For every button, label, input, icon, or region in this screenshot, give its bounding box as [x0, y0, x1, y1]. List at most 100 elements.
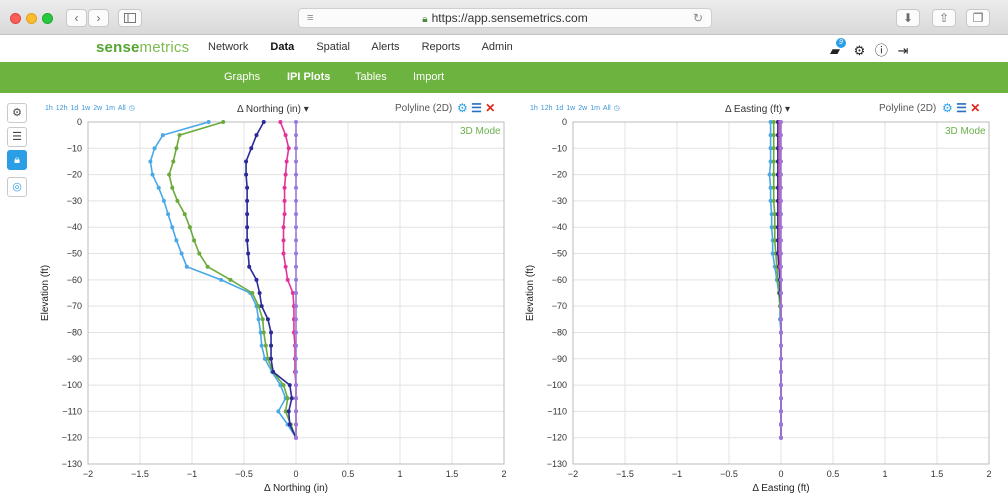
data-point: [779, 185, 783, 190]
window-maximize-button[interactable]: [42, 13, 53, 24]
data-point: [246, 251, 251, 256]
y-tick-label: −80: [552, 327, 567, 337]
notifications-icon[interactable]: ▰ 9: [830, 38, 846, 59]
x-tick-label: 2: [986, 469, 991, 479]
data-point: [294, 133, 298, 138]
nav-reports[interactable]: Reports: [422, 41, 461, 53]
subnav-ipi-plots[interactable]: IPI Plots: [287, 71, 330, 83]
lock-tool-button[interactable]: 🔒︎: [7, 150, 27, 170]
data-point: [271, 369, 276, 374]
data-point: [294, 212, 298, 217]
data-point: [171, 159, 176, 164]
x-tick-label: −1: [672, 469, 682, 479]
help-icon[interactable]: ⓘ: [875, 40, 888, 59]
y-tick-label: −130: [62, 459, 82, 469]
y-tick-label: −100: [62, 380, 82, 390]
data-point: [278, 120, 283, 124]
data-point: [771, 120, 776, 124]
chart-panel-easting: 1h 12h 1d 1w 2w 1m All ◷ Δ Easting (ft) ▾ Polyl…: [517, 97, 1001, 500]
data-point: [245, 225, 250, 230]
data-point: [192, 238, 197, 243]
downloads-button[interactable]: ⬇: [896, 9, 920, 27]
data-point: [779, 264, 783, 269]
sidebar-toggle-button[interactable]: [118, 9, 142, 27]
data-point: [294, 185, 298, 190]
y-axis-title: Elevation (ft): [40, 265, 51, 321]
tabs-overview-button[interactable]: ❐: [966, 9, 990, 27]
data-point: [779, 198, 783, 203]
share-icon: ⇧: [938, 11, 950, 25]
data-point: [281, 238, 286, 243]
data-point: [779, 356, 783, 361]
data-point: [184, 264, 189, 269]
data-point: [779, 435, 783, 440]
x-tick-label: 1.5: [446, 469, 459, 479]
data-point: [256, 317, 261, 322]
data-point: [294, 120, 298, 124]
url-text: https://app.sensemetrics.com: [431, 11, 588, 25]
logout-icon[interactable]: ⇥: [898, 43, 909, 59]
data-point: [779, 212, 783, 217]
data-point: [779, 251, 783, 256]
data-point: [244, 172, 249, 177]
info-tool-button[interactable]: ◎: [7, 177, 27, 197]
subnav-tables[interactable]: Tables: [355, 71, 387, 83]
data-point: [294, 343, 298, 348]
window-minimize-button[interactable]: [26, 13, 37, 24]
x-axis-title: Δ Easting (ft): [752, 483, 809, 494]
settings-icon[interactable]: ⚙: [854, 43, 866, 59]
window-close-button[interactable]: [10, 13, 21, 24]
y-tick-label: −70: [552, 301, 567, 311]
nav-spatial[interactable]: Spatial: [316, 41, 350, 53]
data-point: [779, 238, 783, 243]
subnav-import[interactable]: Import: [413, 71, 444, 83]
logo-part1: sense: [96, 39, 140, 56]
x-tick-label: −0.5: [720, 469, 738, 479]
back-button[interactable]: ‹: [66, 9, 87, 27]
data-point: [170, 185, 175, 190]
address-bar[interactable]: ≡ 🔒︎ https://app.sensemetrics.com ↻: [298, 8, 712, 28]
reload-icon[interactable]: ↻: [693, 9, 703, 27]
logo[interactable]: sensemetrics: [96, 39, 189, 56]
data-point: [245, 238, 250, 243]
data-point: [779, 422, 783, 427]
data-point: [283, 172, 288, 177]
data-point: [771, 159, 776, 164]
data-point: [287, 422, 292, 427]
data-point: [254, 133, 259, 138]
filter-tool-button[interactable]: ☰: [7, 127, 27, 147]
data-point: [269, 330, 274, 335]
settings-tool-button[interactable]: ⚙: [7, 103, 27, 123]
y-tick-label: −110: [62, 406, 82, 416]
x-tick-label: 0: [293, 469, 298, 479]
nav-network[interactable]: Network: [208, 41, 248, 53]
data-point: [289, 396, 294, 401]
data-point: [779, 409, 783, 414]
data-point: [294, 435, 298, 440]
data-point: [294, 146, 298, 151]
data-point: [179, 251, 184, 256]
y-tick-label: −10: [552, 143, 567, 153]
data-point: [771, 146, 776, 151]
nav-admin[interactable]: Admin: [482, 41, 513, 53]
data-point: [282, 185, 287, 190]
data-point: [779, 304, 783, 309]
data-point: [281, 251, 286, 256]
chevron-right-icon: ›: [96, 11, 101, 25]
data-point: [148, 159, 153, 164]
data-point: [294, 225, 298, 230]
nav-data[interactable]: Data: [270, 41, 294, 53]
x-tick-label: 0.5: [827, 469, 840, 479]
data-point: [228, 277, 233, 282]
data-point: [254, 277, 259, 282]
chart-panel-northing: 1h 12h 1d 1w 2w 1m All ◷ Δ Northing (in) ▾ Poly…: [32, 97, 516, 500]
data-point: [269, 356, 274, 361]
data-point: [282, 212, 287, 217]
reader-mode-icon[interactable]: ≡: [307, 9, 313, 27]
forward-button[interactable]: ›: [88, 9, 109, 27]
share-button[interactable]: ⇧: [932, 9, 956, 27]
data-point: [294, 409, 298, 414]
data-point: [286, 146, 291, 151]
nav-alerts[interactable]: Alerts: [371, 41, 399, 53]
subnav-graphs[interactable]: Graphs: [224, 71, 260, 83]
